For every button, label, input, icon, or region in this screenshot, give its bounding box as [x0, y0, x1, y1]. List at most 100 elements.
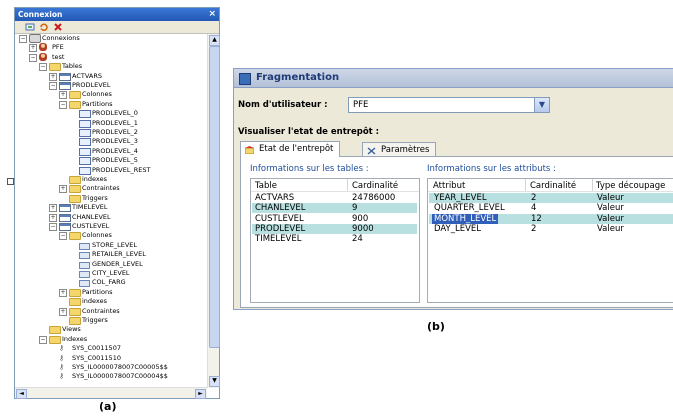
tree-node-label: PRODLEVEL_REST: [92, 165, 151, 174]
attribute-cardinality-cell: 4: [531, 203, 537, 214]
table-icon: [59, 82, 71, 90]
col-header-attr-cardinalite[interactable]: Cardinalité: [530, 181, 576, 191]
expand-icon[interactable]: +: [49, 213, 57, 222]
part-icon: [79, 138, 91, 147]
warehouse-icon: [244, 145, 255, 155]
user-icon: [39, 52, 47, 61]
tree-vertical-scrollbar[interactable]: ▲ ▼: [207, 34, 220, 388]
user-select-value: PFE: [353, 100, 369, 110]
col-header-cardinalite[interactable]: Cardinalité: [352, 181, 398, 191]
scroll-thumb[interactable]: [209, 46, 220, 348]
tables-grid[interactable]: Table Cardinalité ACTVARS 24786000 CHANLEV…: [250, 178, 420, 303]
collapse-icon[interactable]: −: [49, 223, 57, 231]
tree-node-label: Views: [62, 325, 81, 334]
tables-section-title: Informations sur les tables :: [250, 164, 369, 174]
connexion-titlebar: Connexion ×: [15, 8, 219, 21]
tree-node-label: CHANLEVEL: [72, 212, 111, 221]
table-name-cell: TIMELEVEL: [255, 234, 302, 245]
attributes-grid[interactable]: Attribut Cardinalité Type découpage YEAR…: [427, 178, 673, 303]
folder-icon: [49, 335, 61, 344]
tree-node-label: Contraintes: [82, 306, 120, 315]
attribute-row[interactable]: QUARTER_LEVEL 4 Valeur: [429, 203, 673, 213]
table-cardinality-cell: 24786000: [352, 193, 396, 203]
table-icon: [59, 204, 71, 213]
tools-icon: [367, 146, 376, 155]
scroll-down-icon[interactable]: ▼: [209, 376, 220, 387]
refresh-icon[interactable]: [39, 22, 49, 32]
attribute-row[interactable]: DAY_LEVEL 2 Valeur: [429, 224, 673, 234]
resize-handle[interactable]: [7, 178, 14, 185]
col-icon: [79, 280, 90, 288]
expand-icon[interactable]: +: [59, 307, 67, 316]
attribute-row[interactable]: MONTH_LEVEL 12 Valeur: [429, 213, 673, 224]
part-icon: [79, 147, 91, 156]
tree-node-label: STORE_LEVEL: [92, 240, 137, 249]
connect-icon[interactable]: [25, 22, 35, 32]
col-header-attribut[interactable]: Attribut: [433, 181, 465, 191]
table-row[interactable]: PRODLEVEL 9000: [252, 223, 417, 234]
tab-parametres-label: Paramètres: [381, 145, 430, 155]
table-name-cell: PRODLEVEL: [255, 223, 306, 234]
disconnect-icon[interactable]: [53, 22, 63, 32]
key-icon: ⚷: [59, 353, 65, 362]
attribute-type-cell: Valeur: [597, 213, 624, 224]
col-header-table[interactable]: Table: [255, 181, 277, 191]
tree-node-label: indexes: [82, 297, 107, 306]
table-row[interactable]: CHANLEVEL 9: [252, 203, 417, 214]
user-select[interactable]: PFE ▼: [348, 97, 550, 113]
tree-node-label: Partitions: [82, 287, 113, 296]
tree-node-label: PRODLEVEL_5: [92, 156, 138, 165]
folder-icon: [69, 307, 81, 316]
tree-node-label: PRODLEVEL_2: [92, 128, 138, 136]
folder-icon: [69, 91, 81, 100]
part-icon: [79, 166, 91, 175]
collapse-icon[interactable]: −: [49, 82, 57, 90]
folder-icon: [69, 288, 81, 297]
attribute-row[interactable]: YEAR_LEVEL 2 Valeur: [429, 193, 673, 203]
scroll-left-icon[interactable]: ◄: [16, 389, 27, 399]
tree-node-label: indexes: [82, 175, 107, 183]
folder-icon: [69, 194, 81, 203]
tab-parametres[interactable]: Paramètres: [362, 142, 437, 157]
collapse-icon[interactable]: −: [29, 53, 37, 62]
col-header-type-decoupage[interactable]: Type découpage: [596, 181, 665, 191]
tree-node-label: SYS_IL0000078007C00005$$: [72, 363, 168, 371]
table-row[interactable]: ACTVARS 24786000: [252, 193, 417, 203]
tree-node-label: Indexes: [62, 334, 88, 343]
tree-node-label: PRODLEVEL_4: [92, 146, 138, 155]
collapse-icon[interactable]: −: [59, 100, 67, 109]
attribute-name-cell: QUARTER_LEVEL: [434, 203, 505, 214]
tab-etat-entrepot[interactable]: Etat de l'entrepôt: [240, 141, 341, 157]
tree-node-label: Triggers: [82, 316, 108, 324]
table-row[interactable]: TIMELEVEL 24: [252, 234, 417, 244]
expand-icon[interactable]: +: [59, 288, 67, 297]
attrs-section-title: Informations sur les attributs :: [427, 164, 556, 174]
attribute-type-cell: Valeur: [597, 223, 624, 234]
connexion-tree: − Connexions + PFE − test − Tables + ACTVARS − PROD…: [15, 34, 207, 388]
expand-icon[interactable]: +: [59, 91, 67, 100]
caption-b: (b): [427, 320, 445, 333]
tree-node-label: Partitions: [82, 99, 113, 108]
scroll-right-icon[interactable]: ►: [195, 389, 206, 399]
tree-node-label: PFE: [52, 43, 64, 52]
attribute-name-cell: YEAR_LEVEL: [434, 193, 487, 203]
table-cardinality-cell: 9: [352, 203, 358, 214]
collapse-icon[interactable]: −: [39, 335, 47, 344]
expand-icon[interactable]: +: [49, 72, 57, 81]
etat-tab-content: Informations sur les tables : Informatio…: [240, 156, 673, 308]
table-cardinality-cell: 24: [352, 234, 363, 245]
caption-a: (a): [99, 400, 117, 413]
tree-horizontal-scrollbar[interactable]: ◄ ►: [15, 387, 207, 399]
expand-icon[interactable]: +: [59, 185, 67, 194]
expand-icon[interactable]: +: [49, 204, 57, 213]
attribute-cardinality-cell: 2: [531, 193, 537, 203]
collapse-icon[interactable]: −: [19, 35, 27, 43]
chevron-down-icon[interactable]: ▼: [534, 98, 549, 112]
expand-icon[interactable]: +: [29, 44, 37, 53]
table-row[interactable]: CUSTLEVEL 900: [252, 214, 417, 224]
close-icon[interactable]: ×: [208, 8, 216, 21]
folder-icon: [69, 317, 81, 325]
scroll-up-icon[interactable]: ▲: [209, 35, 220, 46]
collapse-icon[interactable]: −: [59, 232, 67, 241]
collapse-icon[interactable]: −: [39, 63, 47, 72]
